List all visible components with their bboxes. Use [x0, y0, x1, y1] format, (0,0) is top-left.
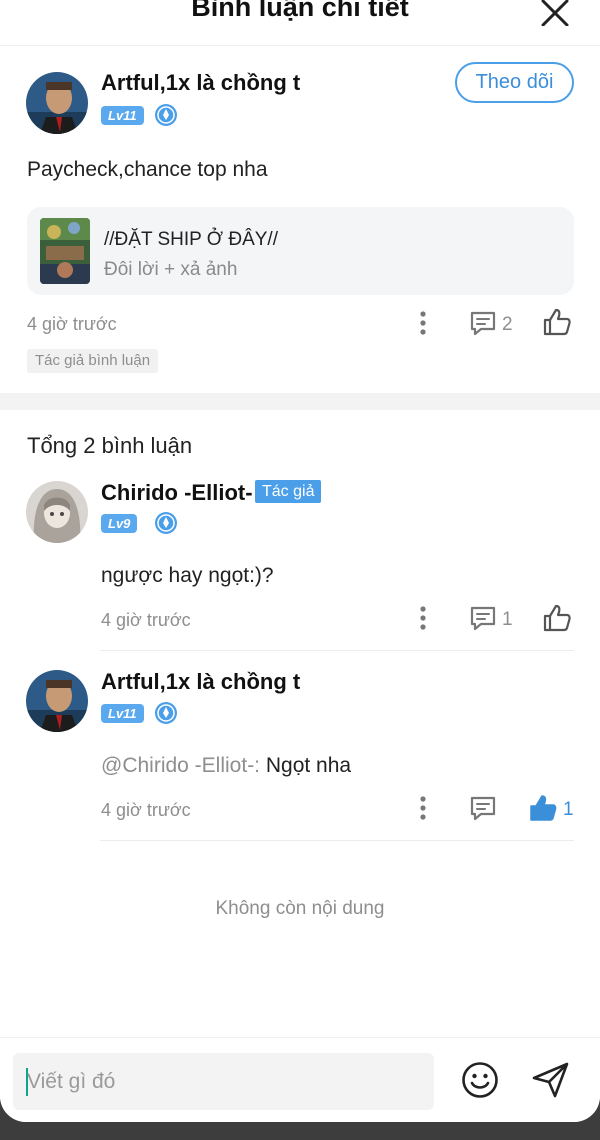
username[interactable]: Artful,1x là chồng t [101, 70, 300, 96]
level-badge: Lv11 [101, 704, 144, 723]
timestamp: 4 giờ trước [101, 800, 191, 820]
more-icon[interactable] [418, 310, 428, 336]
like-count: 1 [563, 799, 574, 820]
follow-button[interactable]: Theo dõi [455, 62, 574, 103]
avatar[interactable] [26, 670, 88, 732]
author-badge: Tác giả [255, 480, 322, 503]
post-subtitle: Đôi lời + xả ảnh [104, 259, 238, 280]
post-title: //ĐẶT SHIP Ở ĐÂY// [104, 229, 278, 250]
send-icon[interactable] [531, 1061, 571, 1099]
reply-text: ngược hay ngọt:)? [101, 564, 274, 587]
timestamp: 4 giờ trước [27, 314, 117, 334]
like-icon[interactable] [542, 307, 572, 337]
section-divider [0, 393, 600, 410]
comment-input[interactable] [13, 1053, 434, 1110]
more-icon[interactable] [418, 795, 428, 821]
liked-icon[interactable] [528, 793, 558, 823]
reply-body: Ngọt nha [260, 754, 352, 777]
username[interactable]: Artful,1x là chồng t [101, 669, 300, 695]
username[interactable]: Chirido -Elliot- [101, 480, 253, 506]
reply-divider [100, 650, 574, 651]
gem-icon [155, 512, 177, 534]
end-of-content: Không còn nội dung [215, 898, 385, 919]
close-icon [541, 0, 569, 27]
comment-text: Paycheck,chance top nha [27, 158, 268, 181]
like-icon[interactable] [542, 603, 572, 633]
linked-post-card[interactable]: //ĐẶT SHIP Ở ĐÂY// Đôi lời + xả ảnh [27, 207, 574, 295]
reply-count: 1 [502, 609, 513, 630]
level-badge: Lv9 [101, 514, 138, 533]
avatar[interactable] [26, 481, 88, 543]
reply-count: 2 [502, 314, 513, 335]
avatar[interactable] [26, 72, 88, 134]
page-title: Bình luận chi tiết [191, 0, 409, 22]
post-thumbnail [40, 218, 90, 284]
replies-total: Tổng 2 bình luận [27, 433, 193, 458]
reply-icon[interactable] [469, 310, 497, 336]
timestamp: 4 giờ trước [101, 610, 191, 630]
mention-link[interactable]: @Chirido -Elliot-: [101, 754, 260, 777]
close-button[interactable] [540, 0, 570, 27]
reply-icon[interactable] [469, 795, 497, 821]
gem-icon [155, 702, 177, 724]
comment-author-tag: Tác giả bình luận [27, 349, 159, 373]
gem-icon [155, 104, 177, 126]
comment-composer [0, 1037, 600, 1122]
reply-icon[interactable] [469, 605, 497, 631]
text-cursor [26, 1068, 28, 1096]
reply-text: @Chirido -Elliot-: Ngọt nha [101, 754, 351, 778]
header: Bình luận chi tiết [0, 0, 600, 46]
level-badge: Lv11 [101, 106, 144, 125]
more-icon[interactable] [418, 605, 428, 631]
reply-divider [100, 840, 574, 841]
comment-detail-sheet: Bình luận chi tiết Artful,1x là chồng t … [0, 0, 600, 1122]
emoji-icon[interactable] [461, 1061, 499, 1099]
